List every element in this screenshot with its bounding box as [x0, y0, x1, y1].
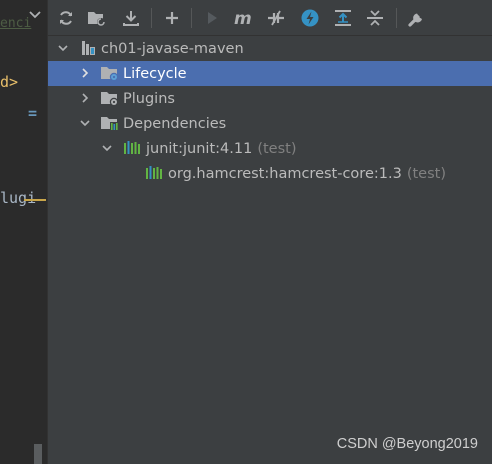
add-maven-project-icon[interactable]	[161, 7, 183, 29]
chevron-down-icon[interactable]	[79, 117, 91, 129]
plugins-folder-icon	[100, 89, 119, 107]
tree-node-lifecycle[interactable]: Lifecycle	[48, 61, 492, 86]
dependency-hamcrest-text: org.hamcrest:hamcrest-core:1.3 (test)	[168, 166, 446, 182]
collapse-all-icon[interactable]	[364, 7, 386, 29]
lifecycle-label: Lifecycle	[123, 65, 187, 82]
dependency-coordinate: org.hamcrest:hamcrest-core:1.3	[168, 165, 402, 182]
editor-text-fragment: =	[28, 104, 38, 122]
reimport-icon[interactable]	[55, 7, 77, 29]
editor-text-fragment: d>	[0, 73, 19, 91]
dependency-scope: (test)	[406, 165, 446, 182]
plugins-label: Plugins	[123, 90, 175, 107]
tree-node-dependency-hamcrest[interactable]: org.hamcrest:hamcrest-core:1.3 (test)	[48, 161, 492, 186]
dependency-junit-text: junit:junit:4.11 (test)	[146, 141, 296, 157]
library-icon	[123, 139, 141, 157]
lifecycle-folder-icon	[100, 64, 119, 82]
toolbar-separator	[151, 8, 152, 28]
dependency-coordinate: junit:junit:4.11	[146, 140, 253, 157]
editor-marker	[24, 199, 46, 201]
settings-icon[interactable]	[406, 7, 428, 29]
project-name: ch01-javase-maven	[101, 40, 244, 57]
tree-node-dependency-junit[interactable]: junit:junit:4.11 (test)	[48, 136, 492, 161]
tree-node-project[interactable]: ch01-javase-maven	[48, 36, 492, 61]
tree-node-plugins[interactable]: Plugins	[48, 86, 492, 111]
toolbar-separator	[191, 8, 192, 28]
skip-tests-icon[interactable]	[299, 7, 321, 29]
library-icon	[145, 164, 163, 182]
watermark: CSDN @Beyong2019	[336, 436, 478, 452]
chevron-right-icon[interactable]	[79, 92, 91, 104]
toolbar-separator	[396, 8, 397, 28]
maven-toolbar: m	[48, 0, 492, 36]
download-sources-icon[interactable]	[120, 7, 142, 29]
editor-text-fragment: lugi	[0, 189, 37, 207]
tree-node-dependencies[interactable]: Dependencies	[48, 111, 492, 136]
generate-sources-icon[interactable]	[85, 7, 107, 29]
chevron-right-icon[interactable]	[79, 67, 91, 79]
execute-goal-icon[interactable]: m	[233, 7, 255, 29]
show-dependencies-icon[interactable]	[332, 7, 354, 29]
dependencies-label: Dependencies	[123, 115, 227, 132]
chevron-down-icon[interactable]	[57, 42, 69, 54]
toggle-offline-icon[interactable]	[265, 7, 287, 29]
maven-projects-tree: ch01-javase-maven Lifecycle Plugins Depe…	[48, 36, 492, 464]
chevron-down-icon[interactable]	[101, 142, 113, 154]
dependencies-folder-icon	[100, 114, 118, 132]
code-editor-fragment[interactable]: enci d> = lugi	[0, 0, 48, 464]
chevron-down-icon[interactable]	[27, 7, 43, 23]
editor-scrollbar[interactable]	[34, 444, 42, 464]
svg-text:m: m	[234, 9, 252, 27]
dependency-scope: (test)	[257, 140, 297, 157]
maven-module-icon	[79, 39, 97, 57]
run-icon[interactable]	[201, 7, 223, 29]
